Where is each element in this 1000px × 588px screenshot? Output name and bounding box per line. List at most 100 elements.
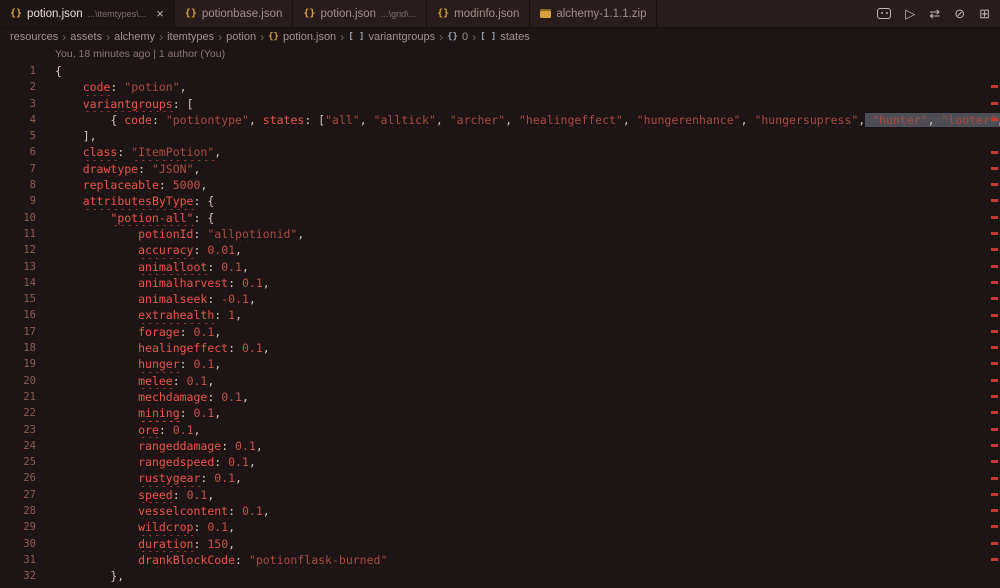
- breadcrumb-item-alchemy[interactable]: alchemy: [114, 31, 155, 43]
- code-line[interactable]: 9 attributesByType: {: [0, 193, 1000, 209]
- ruler-mark: [991, 314, 998, 317]
- ruler-mark: [991, 542, 998, 545]
- code-line[interactable]: 8 replaceable: 5000,: [0, 177, 1000, 193]
- json-file-icon: {}: [437, 8, 449, 19]
- ruler-mark: [991, 346, 998, 349]
- line-number: 9: [0, 193, 36, 209]
- line-number: 10: [0, 210, 36, 226]
- ruler-mark: [991, 281, 998, 284]
- ruler-mark: [991, 525, 998, 528]
- code-line[interactable]: 23 ore: 0.1,: [0, 422, 1000, 438]
- tab-modinfo-json[interactable]: {}modinfo.json: [427, 0, 530, 27]
- code-line[interactable]: 28 vesselcontent: 0.1,: [0, 503, 1000, 519]
- line-number: 21: [0, 389, 36, 405]
- code-line[interactable]: 1{: [0, 63, 1000, 79]
- breadcrumb-item-itemtypes[interactable]: itemtypes: [167, 31, 214, 43]
- line-number: 27: [0, 487, 36, 503]
- code-line[interactable]: 10 "potion-all": {: [0, 210, 1000, 226]
- code-line[interactable]: 13 animalloot: 0.1,: [0, 259, 1000, 275]
- run-button[interactable]: ▷: [905, 7, 915, 20]
- chevron-right-icon: ›: [218, 30, 222, 44]
- breadcrumb-label: resources: [10, 31, 58, 43]
- tab-alchemy-1-1-1-zip[interactable]: alchemy-1.1.1.zip: [530, 0, 657, 27]
- code-line[interactable]: 27 speed: 0.1,: [0, 487, 1000, 503]
- editor[interactable]: You, 18 minutes ago | 1 author (You) 1{2…: [0, 46, 1000, 588]
- copilot-icon[interactable]: [877, 8, 891, 19]
- breadcrumb-item-assets[interactable]: assets: [70, 31, 102, 43]
- code-text: hunger: 0.1,: [55, 356, 1000, 372]
- line-number: 2: [0, 79, 36, 95]
- breadcrumb-label: states: [500, 31, 529, 43]
- code-line[interactable]: 15 animalseek: -0.1,: [0, 291, 1000, 307]
- code-line[interactable]: 11 potionId: "allpotionid",: [0, 226, 1000, 242]
- breadcrumb-item-states[interactable]: [ ]states: [480, 31, 530, 43]
- line-number: 7: [0, 161, 36, 177]
- breadcrumb-item-potion-json[interactable]: {}potion.json: [268, 31, 336, 43]
- overview-ruler[interactable]: [988, 46, 1000, 588]
- breadcrumb-item-0[interactable]: {}0: [447, 31, 468, 43]
- code-line[interactable]: 14 animalharvest: 0.1,: [0, 275, 1000, 291]
- split-editor-icon[interactable]: ⊞: [979, 7, 990, 20]
- breadcrumb-item-potion[interactable]: potion: [226, 31, 256, 43]
- code-line[interactable]: 17 forage: 0.1,: [0, 324, 1000, 340]
- code-line[interactable]: 19 hunger: 0.1,: [0, 356, 1000, 372]
- line-number: 19: [0, 356, 36, 372]
- ruler-mark: [991, 297, 998, 300]
- breadcrumb-label: potion.json: [283, 31, 336, 43]
- toggle-blame-icon[interactable]: ⊘: [954, 7, 965, 20]
- code-text: extrahealth: 1,: [55, 307, 1000, 323]
- code-text: animalseek: -0.1,: [55, 291, 1000, 307]
- line-number: 18: [0, 340, 36, 356]
- line-number: 17: [0, 324, 36, 340]
- code-line[interactable]: 21 mechdamage: 0.1,: [0, 389, 1000, 405]
- chevron-right-icon: ›: [62, 30, 66, 44]
- tab-potion-json[interactable]: {}potion.json...\grid\...: [293, 0, 427, 27]
- code-line[interactable]: 31 drankBlockCode: "potionflask-burned": [0, 552, 1000, 568]
- line-number: 32: [0, 568, 36, 584]
- code-line[interactable]: 18 healingeffect: 0.1,: [0, 340, 1000, 356]
- line-number: 30: [0, 536, 36, 552]
- code-line[interactable]: 20 melee: 0.1,: [0, 373, 1000, 389]
- chevron-right-icon: ›: [106, 30, 110, 44]
- ruler-mark: [991, 265, 998, 268]
- code-line[interactable]: 26 rustygear: 0.1,: [0, 470, 1000, 486]
- ruler-mark: [991, 167, 998, 170]
- line-number: 22: [0, 405, 36, 421]
- code-line[interactable]: 32 },: [0, 568, 1000, 584]
- code-text: ],: [55, 128, 1000, 144]
- line-number: 23: [0, 422, 36, 438]
- line-number: 26: [0, 470, 36, 486]
- code-line[interactable]: 30 duration: 150,: [0, 536, 1000, 552]
- tab-potion-json[interactable]: {}potion.json...\itemtypes\...×: [0, 0, 175, 27]
- code-line[interactable]: 22 mining: 0.1,: [0, 405, 1000, 421]
- code-text: { code: "potiontype", states: ["all", "a…: [55, 112, 1000, 128]
- code-line[interactable]: 5 ],: [0, 128, 1000, 144]
- code-text: ore: 0.1,: [55, 422, 1000, 438]
- breadcrumb-label: alchemy: [114, 31, 155, 43]
- code-text: drankBlockCode: "potionflask-burned": [55, 552, 1000, 568]
- breadcrumb-item-resources[interactable]: resources: [10, 31, 58, 43]
- code-text: animalloot: 0.1,: [55, 259, 1000, 275]
- open-changes-icon[interactable]: ⇄: [929, 7, 940, 20]
- code-text: replaceable: 5000,: [55, 177, 1000, 193]
- chevron-right-icon: ›: [439, 30, 443, 44]
- code-line[interactable]: 4 { code: "potiontype", states: ["all", …: [0, 112, 1000, 128]
- code-line[interactable]: 29 wildcrop: 0.1,: [0, 519, 1000, 535]
- breadcrumb-label: potion: [226, 31, 256, 43]
- code-line[interactable]: 24 rangeddamage: 0.1,: [0, 438, 1000, 454]
- code-line[interactable]: 12 accuracy: 0.01,: [0, 242, 1000, 258]
- code-line[interactable]: 7 drawtype: "JSON",: [0, 161, 1000, 177]
- tab-label: potion.json: [27, 8, 83, 20]
- code-line[interactable]: 25 rangedspeed: 0.1,: [0, 454, 1000, 470]
- breadcrumb-item-variantgroups[interactable]: [ ]variantgroups: [348, 31, 435, 43]
- code-line[interactable]: 16 extrahealth: 1,: [0, 307, 1000, 323]
- tab-potionbase-json[interactable]: {}potionbase.json: [175, 0, 294, 27]
- close-icon[interactable]: ×: [156, 7, 164, 20]
- editor-actions: ▷ ⇄ ⊘ ⊞: [877, 0, 1000, 27]
- code-line[interactable]: 2 code: "potion",: [0, 79, 1000, 95]
- code-line[interactable]: 6 class: "ItemPotion",: [0, 144, 1000, 160]
- code-line[interactable]: 3 variantgroups: [: [0, 96, 1000, 112]
- line-number: 8: [0, 177, 36, 193]
- tab-label: potion.json: [320, 8, 376, 20]
- ruler-mark: [991, 183, 998, 186]
